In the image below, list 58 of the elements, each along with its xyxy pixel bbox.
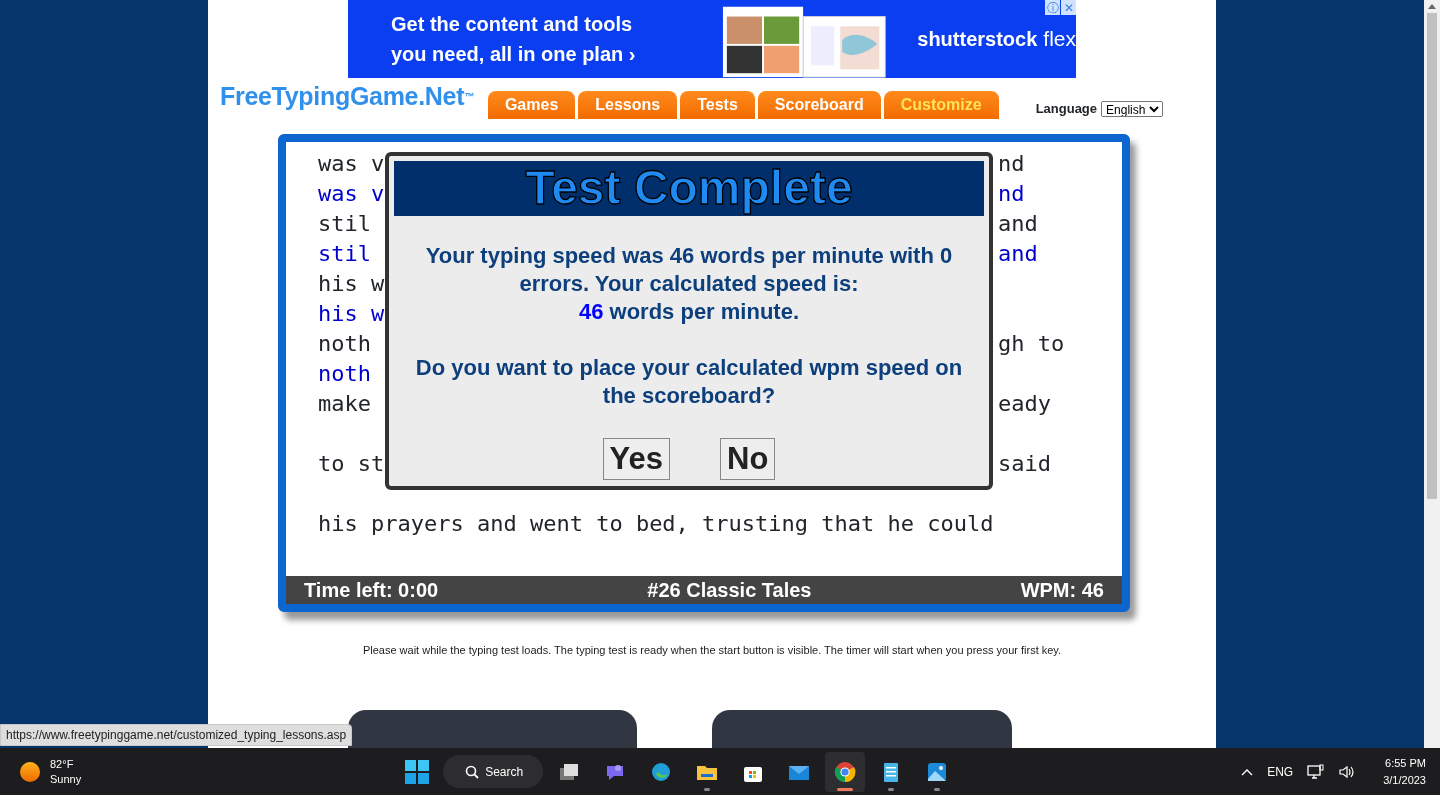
language-label: Language xyxy=(1035,100,1098,118)
wpm-readout: WPM: 46 xyxy=(1020,577,1104,603)
sun-icon[interactable] xyxy=(20,761,40,782)
test-name: #26 Classic Tales xyxy=(647,577,812,603)
passage-text: his w xyxy=(318,269,385,298)
ad-headline: Get the content and tools you need, all in one plan › xyxy=(391,12,637,67)
yes-button[interactable]: Yes xyxy=(602,437,671,480)
scrollbar[interactable] xyxy=(1424,0,1440,748)
typed-text: was v xyxy=(318,179,385,208)
temperature: 82°F xyxy=(50,756,75,772)
volume-icon[interactable] xyxy=(1339,764,1356,779)
scroll-up-icon[interactable] xyxy=(1428,3,1436,9)
passage-text: gh to xyxy=(998,329,1065,358)
search-icon xyxy=(465,764,480,779)
nav-tab[interactable]: Customize xyxy=(883,90,999,119)
passage-text: make xyxy=(318,389,371,418)
typed-text: stil xyxy=(318,239,371,268)
nav-tab[interactable]: Scoreboard xyxy=(757,90,881,119)
time-left: Time left: 0:00 xyxy=(304,577,439,603)
loading-notice: Please wait while the typing test loads. The typing test is ready when the start button is visible. The timer will start when you press your first key. xyxy=(361,642,1063,658)
weather-condition: Sunny xyxy=(50,771,82,787)
passage-text: his prayers and went to bed, trusting that he could xyxy=(318,509,994,538)
typed-text: his w xyxy=(318,299,385,328)
ad-info-icon[interactable]: ⓘ xyxy=(1045,0,1060,15)
dialog-title: Test Complete xyxy=(525,164,853,212)
start-icon[interactable] xyxy=(405,759,430,784)
site-logo[interactable]: FreeTypingGame.Net$^{™}$ xyxy=(220,78,474,116)
network-icon[interactable] xyxy=(1307,763,1326,780)
close-icon[interactable]: ✕ xyxy=(1061,0,1076,15)
brand-logo: shutterstock xyxy=(917,27,1038,52)
nav-tab[interactable]: Games xyxy=(487,90,576,119)
typed-text: noth xyxy=(318,359,371,388)
passage-text: noth xyxy=(318,329,371,358)
result-message: Your typing speed was 46 words per minute with 0 errors. Your calculated speed is: 46 words per minute. xyxy=(424,241,954,326)
language-select[interactable]: English xyxy=(1101,100,1164,117)
passage-text: nd xyxy=(998,149,1025,178)
nav-tab[interactable]: Tests xyxy=(680,90,755,119)
clock[interactable]: 6:55 PM 3/1/2023 xyxy=(1383,754,1426,789)
no-button[interactable]: No xyxy=(720,437,776,480)
ad-banner[interactable]: Get the content and tools you need, all in one plan › shutterstock flex ⓘ ✕ xyxy=(348,0,1076,78)
scoreboard-question: Do you want to place your calculated wpm speed on the scoreboard? xyxy=(414,353,964,410)
typed-text: nd xyxy=(998,179,1025,208)
passage-text: eady xyxy=(998,389,1051,418)
passage-text: said xyxy=(998,449,1051,478)
passage-text: was v xyxy=(318,149,385,178)
chevron-up-icon[interactable] xyxy=(1241,767,1254,776)
chrome-icon xyxy=(833,759,858,784)
passage-text: stil xyxy=(318,209,371,238)
passage-text: to st xyxy=(318,449,385,478)
language-indicator[interactable]: ENG xyxy=(1267,762,1294,781)
scroll-thumb[interactable] xyxy=(1427,13,1437,499)
nav-tab[interactable]: Lessons xyxy=(578,90,678,119)
link-preview: https://www.freetypinggame.net/customized_typing_lessons.asp xyxy=(0,724,353,746)
brand-suffix: flex xyxy=(1043,26,1076,53)
taskbar-app[interactable] xyxy=(825,751,866,792)
passage-text: and xyxy=(998,209,1038,238)
search-box[interactable]: Search xyxy=(443,755,544,788)
typed-text: and xyxy=(998,239,1038,268)
